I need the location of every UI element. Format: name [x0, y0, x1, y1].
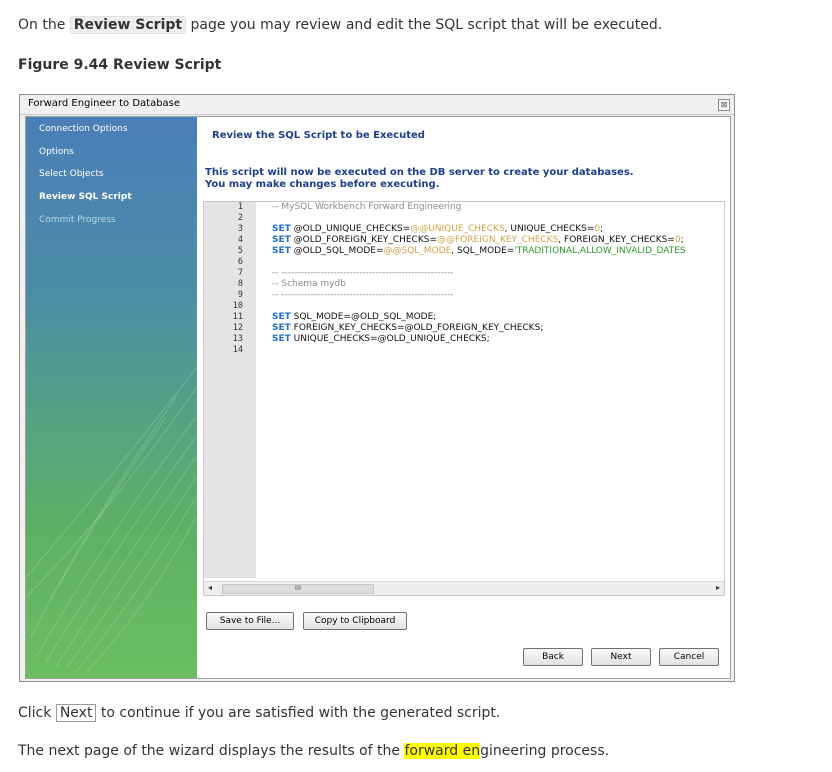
- review-script-command: Review Script: [69, 16, 187, 34]
- line-number: 2: [237, 213, 243, 223]
- code-token: , FOREIGN_KEY_CHECKS=: [558, 235, 675, 245]
- line-number: 14: [232, 345, 243, 355]
- figure-title: Figure 9.44 Review Script: [18, 57, 222, 73]
- code-token: @@UNIQUE_CHECKS: [410, 224, 505, 234]
- set-keyword: SET: [272, 323, 291, 333]
- intro-text-start: On the: [18, 17, 70, 33]
- next-key: Next: [55, 704, 97, 722]
- window-titlebar: Forward Engineer to Database ⊠: [20, 95, 734, 115]
- code-line-13: SET UNIQUE_CHECKS=@OLD_UNIQUE_CHECKS;: [272, 334, 490, 345]
- copy-to-clipboard-button[interactable]: Copy to Clipboard: [303, 612, 407, 630]
- code-token: SQL_MODE=@OLD_SQL_MODE;: [290, 312, 437, 322]
- set-keyword: SET: [272, 224, 291, 234]
- code-line-7: -- -------------------------------------…: [272, 268, 454, 278]
- horizontal-scrollbar[interactable]: ◂ III ▸: [204, 581, 724, 595]
- intro-paragraph: On the Review Script page you may review…: [18, 16, 663, 34]
- line-number: 8: [237, 279, 243, 289]
- sidebar-item-review-sql-script[interactable]: Review SQL Script: [39, 192, 132, 202]
- sidebar-item-select-objects[interactable]: Select Objects: [39, 169, 104, 179]
- code-token: @OLD_SQL_MODE=: [290, 246, 384, 256]
- back-button[interactable]: Back: [523, 648, 583, 666]
- page-heading: Review the SQL Script to be Executed: [212, 130, 425, 141]
- wizard-sidebar: Connection Options Options Select Object…: [26, 117, 197, 678]
- line-number: 10: [232, 301, 243, 311]
- scroll-right-icon[interactable]: ▸: [716, 583, 720, 592]
- line-number-gutter: 1 2 3 4 5 6 7 8 9 10 11 12 13 14: [204, 202, 256, 578]
- results-paragraph: The next page of the wizard displays the…: [18, 743, 609, 759]
- code-token: @@SQL_MODE: [383, 246, 452, 256]
- line-number: 12: [232, 323, 243, 333]
- code-token: , SQL_MODE=: [451, 246, 515, 256]
- code-token: @OLD_FOREIGN_KEY_CHECKS=: [290, 235, 437, 245]
- wizard-body: Connection Options Options Select Object…: [25, 116, 731, 679]
- set-keyword: SET: [272, 312, 291, 322]
- next-button[interactable]: Next: [591, 648, 651, 666]
- code-line-11: SET SQL_MODE=@OLD_SQL_MODE;: [272, 312, 436, 323]
- code-token: @OLD_UNIQUE_CHECKS=: [290, 224, 411, 234]
- intro-text-end: page you may review and edit the SQL scr…: [186, 17, 663, 33]
- code-token: UNIQUE_CHECKS=@OLD_UNIQUE_CHECKS;: [290, 334, 490, 344]
- line-number: 11: [232, 312, 243, 322]
- sidebar-item-connection-options[interactable]: Connection Options: [39, 124, 128, 134]
- scrollbar-thumb[interactable]: III: [222, 584, 374, 594]
- set-keyword: SET: [272, 235, 291, 245]
- code-token: ;: [680, 235, 684, 245]
- next-instruction-paragraph: Click Next to continue if you are satisf…: [18, 704, 501, 722]
- highlighted-text: forward en: [404, 743, 481, 759]
- code-line-9: -- -------------------------------------…: [272, 290, 454, 300]
- results-text-start: The next page of the wizard displays the…: [18, 743, 405, 759]
- code-line-4: SET @OLD_FOREIGN_KEY_CHECKS=@@FOREIGN_KE…: [272, 235, 684, 246]
- line-number: 3: [237, 224, 243, 234]
- save-to-file-button[interactable]: Save to File...: [206, 612, 294, 630]
- line-number: 4: [237, 235, 243, 245]
- line-number: 6: [237, 257, 243, 267]
- results-text-end: gineering process.: [480, 743, 610, 759]
- code-line-12: SET FOREIGN_KEY_CHECKS=@OLD_FOREIGN_KEY_…: [272, 323, 543, 334]
- line-number: 1: [237, 202, 243, 212]
- code-token: 'TRADITIONAL,ALLOW_INVALID_DATES: [514, 246, 686, 256]
- set-keyword: SET: [272, 246, 291, 256]
- line-number: 9: [237, 290, 243, 300]
- forward-engineer-window: Forward Engineer to Database ⊠ Connectio…: [19, 94, 735, 682]
- close-icon[interactable]: ⊠: [718, 99, 730, 111]
- window-title: Forward Engineer to Database: [28, 98, 181, 109]
- sql-script-editor[interactable]: 1 2 3 4 5 6 7 8 9 10 11 12 13 14 -- MySQ…: [203, 201, 725, 596]
- code-token: @@FOREIGN_KEY_CHECKS: [437, 235, 559, 245]
- instruction-text-start: Click: [18, 705, 56, 721]
- sidebar-item-commit-progress: Commit Progress: [39, 215, 116, 225]
- code-token: ;: [600, 224, 604, 234]
- line-number: 13: [232, 334, 243, 344]
- line-number: 7: [237, 268, 243, 278]
- code-token: , UNIQUE_CHECKS=: [504, 224, 595, 234]
- code-line-1: -- MySQL Workbench Forward Engineering: [272, 202, 462, 212]
- set-keyword: SET: [272, 334, 291, 344]
- sidebar-item-options[interactable]: Options: [39, 147, 74, 157]
- wizard-content: Review the SQL Script to be Executed Thi…: [197, 117, 730, 678]
- cancel-button[interactable]: Cancel: [659, 648, 719, 666]
- description-line-1: This script will now be executed on the …: [205, 167, 634, 178]
- scroll-left-icon[interactable]: ◂: [208, 583, 212, 592]
- code-line-8: -- Schema mydb: [272, 279, 346, 289]
- code-line-3: SET @OLD_UNIQUE_CHECKS=@@UNIQUE_CHECKS, …: [272, 224, 603, 235]
- code-line-5: SET @OLD_SQL_MODE=@@SQL_MODE, SQL_MODE='…: [272, 246, 686, 257]
- instruction-text-end: to continue if you are satisfied with th…: [96, 705, 501, 721]
- code-token: FOREIGN_KEY_CHECKS=@OLD_FOREIGN_KEY_CHEC…: [290, 323, 544, 333]
- line-number: 5: [237, 246, 243, 256]
- description-line-2: You may make changes before executing.: [205, 179, 440, 190]
